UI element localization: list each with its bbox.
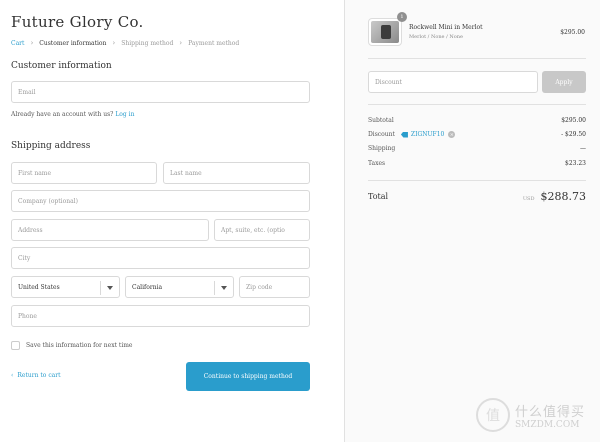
city-placeholder: City: [18, 254, 31, 262]
product-variant: Merlot / None / None: [409, 34, 463, 40]
city-field[interactable]: City: [11, 247, 310, 269]
apartment-placeholder: Apt, suite, etc. (optio: [221, 226, 285, 234]
account-prompt: Already have an account with us? Log in: [11, 111, 134, 118]
tag-icon: [400, 131, 408, 138]
first-name-placeholder: First name: [18, 169, 52, 177]
last-name-placeholder: Last name: [170, 169, 202, 177]
last-name-field[interactable]: Last name: [163, 162, 310, 184]
phone-field[interactable]: Phone: [11, 305, 310, 327]
first-name-field[interactable]: First name: [11, 162, 157, 184]
breadcrumb-customer-information: Customer information: [39, 39, 107, 47]
state-select[interactable]: California: [125, 276, 234, 298]
watermark-text: 什么值得买 SMZDM.COM: [515, 401, 585, 430]
remove-discount-icon[interactable]: ×: [448, 131, 456, 138]
select-divider: [214, 281, 215, 295]
total-amount-group: USD $288.73: [523, 190, 586, 203]
account-text: Already have an account with us?: [11, 111, 114, 118]
subtotal-value: $295.00: [561, 117, 586, 124]
company-field[interactable]: Company (optional): [11, 190, 310, 212]
chevron-right-icon: ›: [179, 39, 183, 47]
chevron-right-icon: ›: [112, 39, 116, 47]
shipping-row: Shipping —: [368, 145, 586, 152]
divider: [368, 180, 586, 181]
watermark: 值 什么值得买 SMZDM.COM: [476, 398, 585, 432]
phone-placeholder: Phone: [18, 312, 37, 320]
discount-label: Discount: [368, 131, 395, 138]
country-select[interactable]: United States: [11, 276, 120, 298]
discount-value: - $29.50: [561, 131, 586, 138]
breadcrumb-shipping-method: Shipping method: [121, 39, 174, 47]
chevron-right-icon: ›: [30, 39, 34, 47]
discount-code: ZIGNUF10: [410, 131, 445, 138]
quantity-badge: 1: [397, 12, 407, 22]
taxes-label: Taxes: [368, 160, 386, 167]
taxes-row: Taxes $23.23: [368, 160, 586, 167]
discount-row: Discount ZIGNUF10 × - $29.50: [368, 131, 586, 138]
apartment-field[interactable]: Apt, suite, etc. (optio: [214, 219, 310, 241]
chevron-left-icon: ‹: [11, 372, 14, 379]
breadcrumb-cart[interactable]: Cart: [11, 40, 24, 47]
state-value: California: [132, 283, 163, 291]
email-field[interactable]: Email: [11, 81, 310, 103]
country-value: United States: [18, 283, 60, 291]
breadcrumb-payment-method: Payment method: [188, 39, 240, 47]
discount-input[interactable]: Discount: [368, 71, 538, 93]
save-info-row[interactable]: Save this information for next time: [11, 341, 132, 350]
discount-label-group: Discount ZIGNUF10 ×: [368, 131, 456, 138]
watermark-line2: SMZDM.COM: [515, 419, 580, 430]
continue-to-shipping-button[interactable]: Continue to shipping method: [186, 362, 310, 391]
email-placeholder: Email: [18, 88, 36, 96]
total-amount: $288.73: [540, 190, 587, 203]
total-row: Total USD $288.73: [368, 190, 586, 203]
currency-code: USD: [522, 196, 535, 202]
return-to-cart-label: Return to cart: [17, 372, 61, 379]
discount-placeholder: Discount: [375, 78, 402, 86]
product-price: $295.00: [560, 29, 585, 36]
order-summary: 1 Rockwell Mini in Merlot Merlot / None …: [344, 0, 600, 442]
company-placeholder: Company (optional): [18, 197, 78, 205]
divider: [368, 104, 586, 105]
zip-field[interactable]: Zip code: [239, 276, 310, 298]
select-divider: [100, 281, 101, 295]
checkout-main: Future Glory Co. Cart › Customer informa…: [0, 0, 344, 442]
product-thumbnail: [368, 18, 402, 46]
shipping-address-heading: Shipping address: [11, 141, 91, 151]
watermark-line1: 什么值得买: [515, 404, 586, 420]
watermark-logo-icon: 值: [476, 398, 510, 432]
divider: [368, 58, 586, 59]
chevron-down-icon: [221, 286, 227, 290]
discount-code-tag: ZIGNUF10: [400, 131, 445, 138]
store-name[interactable]: Future Glory Co.: [11, 13, 144, 31]
shipping-value: —: [580, 145, 586, 152]
shipping-label: Shipping: [368, 145, 396, 152]
total-label: Total: [368, 192, 389, 201]
taxes-value: $23.23: [565, 160, 586, 167]
chevron-down-icon: [107, 286, 113, 290]
breadcrumb: Cart › Customer information › Shipping m…: [11, 39, 239, 47]
customer-information-heading: Customer information: [11, 61, 112, 71]
login-link[interactable]: Log in: [115, 111, 134, 118]
product-image-bag: [381, 25, 391, 39]
apply-discount-button[interactable]: Apply: [542, 71, 586, 93]
subtotal-label: Subtotal: [368, 117, 394, 124]
subtotal-row: Subtotal $295.00: [368, 117, 586, 124]
address-field[interactable]: Address: [11, 219, 209, 241]
return-to-cart-link[interactable]: ‹ Return to cart: [11, 372, 61, 379]
zip-placeholder: Zip code: [246, 283, 273, 291]
product-name: Rockwell Mini in Merlot: [409, 24, 483, 31]
save-info-label: Save this information for next time: [26, 342, 133, 349]
save-info-checkbox[interactable]: [11, 341, 20, 350]
address-placeholder: Address: [18, 226, 43, 234]
